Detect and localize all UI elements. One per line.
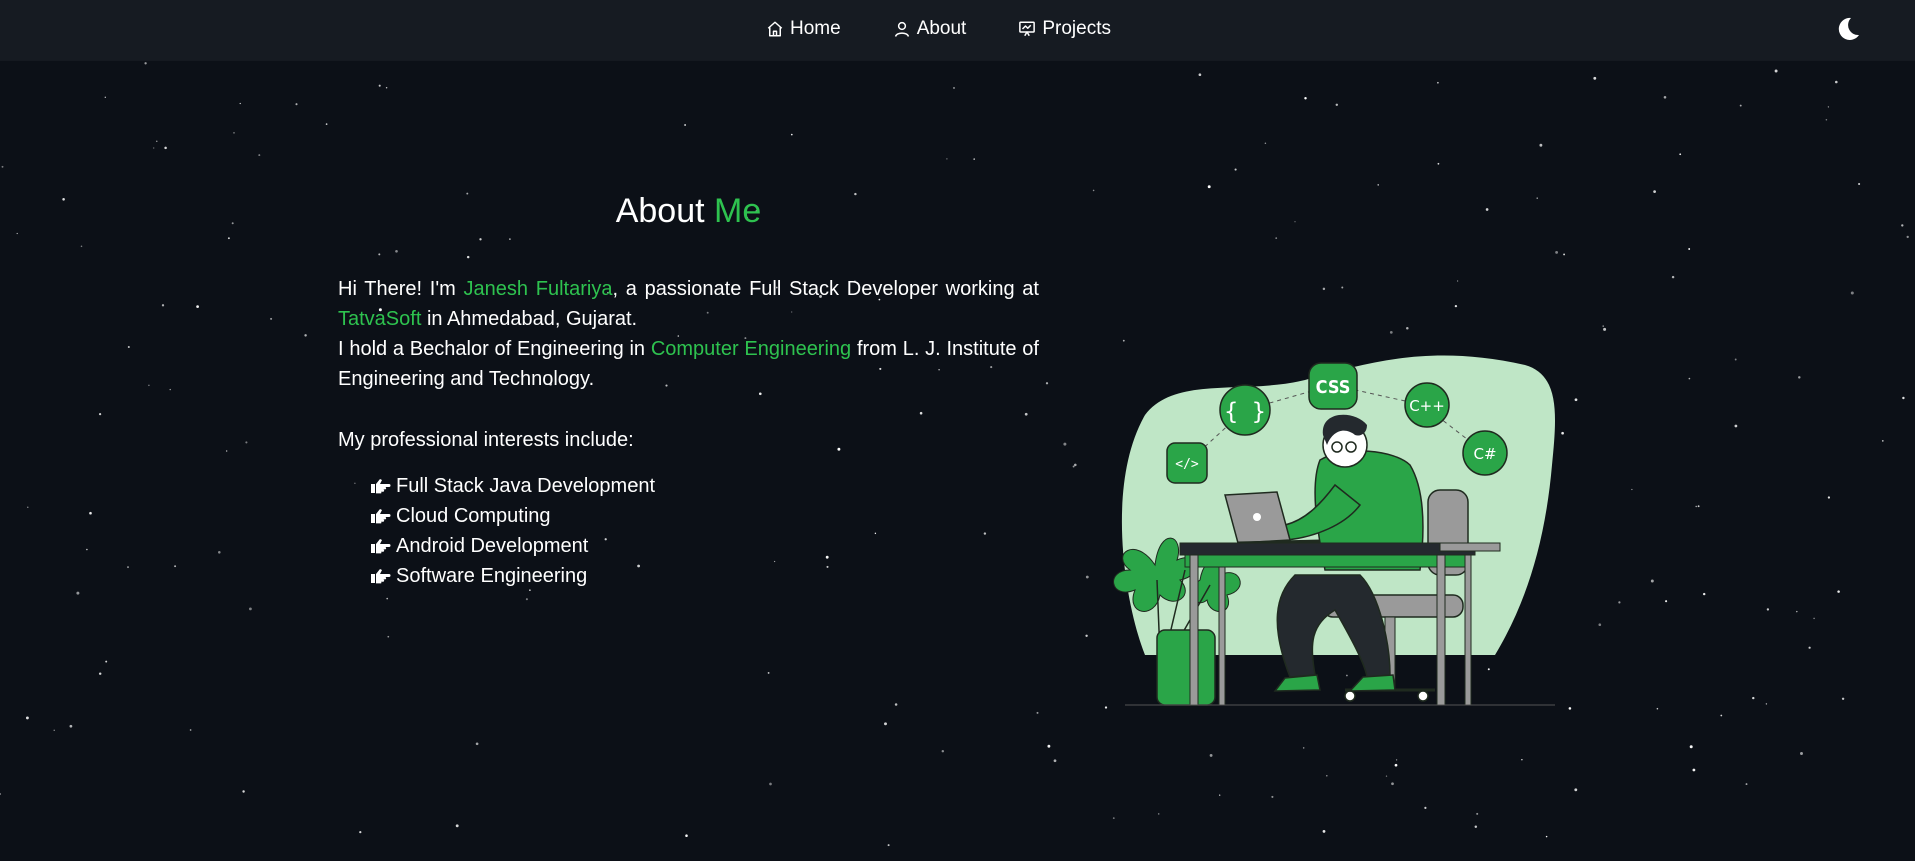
svg-text:C++: C++ [1409,397,1445,415]
education-text-1: I hold a Bechalor of Engineering in [338,338,651,360]
css-badge: CSS [1308,362,1358,410]
about-section: About Me Hi There! I'm Janesh Fultariya,… [0,0,1915,861]
nav-about-link[interactable]: About [893,18,967,40]
desk-leg [1436,554,1446,706]
svg-text:</>: </> [1175,457,1199,472]
svg-text:CSS: CSS [1316,377,1351,398]
list-item: Software Engineering [370,561,655,591]
cpp-badge: C++ [1404,382,1450,428]
nav-home-label: Home [790,18,841,39]
intro-text-2: , a passionate Full Stack Developer work… [612,278,1039,300]
desk-leg [1218,566,1226,706]
person-shoes [1273,674,1396,692]
page-title: About Me [338,188,1039,234]
pointing-hand-icon [371,539,391,554]
title-plain: About [615,192,715,230]
pointing-hand-icon [371,569,391,584]
nav-links: Home About Projects [766,0,1111,58]
csharp-badge: C# [1462,430,1508,476]
pointing-hand-icon [371,479,391,494]
desk-leg [1464,554,1472,706]
svg-text:{ }: { } [1224,399,1266,425]
laptop-logo [1253,513,1261,521]
list-item: Android Development [370,531,655,561]
html-tag-badge: </> [1166,442,1208,484]
desk-apron [1184,554,1466,568]
title-accent: Me [714,192,762,230]
interest-label: Software Engineering [396,565,588,587]
intro-text-3: in Ahmedabad, Gujarat. [421,308,638,330]
developer-illustration: { } CSS C++ C# </> [1113,355,1556,706]
desk-side-shelf [1439,542,1501,552]
nav-about-label: About [916,18,967,39]
moon-icon[interactable] [1835,16,1861,42]
home-icon [767,21,783,37]
interest-label: Cloud Computing [396,505,551,527]
company-name: TatvaSoft [338,308,422,330]
presentation-icon [1019,21,1036,37]
chair-wheel [1344,690,1356,702]
desk-top [1179,542,1476,556]
navbar: Home About Projects [0,0,1915,60]
nav-projects-label: Projects [1042,18,1111,39]
interest-label: Full Stack Java Development [396,475,656,497]
user-icon [894,21,909,37]
nav-projects-link[interactable]: Projects [1018,18,1111,40]
degree-name: Computer Engineering [650,338,852,360]
plant-pot [1156,629,1216,706]
list-item: Full Stack Java Development [370,471,655,501]
pointing-hand-icon [371,509,391,524]
about-paragraph: Hi There! I'm Janesh Fultariya, a passio… [338,274,1039,394]
chair-wheel [1417,690,1429,702]
interests-intro: My professional interests include: [338,429,634,451]
code-braces-badge: { } [1219,384,1271,436]
intro-text-1: Hi There! I'm [338,278,464,300]
developer-name: Janesh Fultariya [463,278,613,300]
interest-label: Android Development [396,535,589,557]
nav-home-link[interactable]: Home [766,18,841,40]
list-item: Cloud Computing [370,501,655,531]
svg-text:C#: C# [1473,445,1496,463]
interests-list: Full Stack Java Development Cloud Comput… [370,471,655,591]
desk-leg [1189,554,1199,706]
